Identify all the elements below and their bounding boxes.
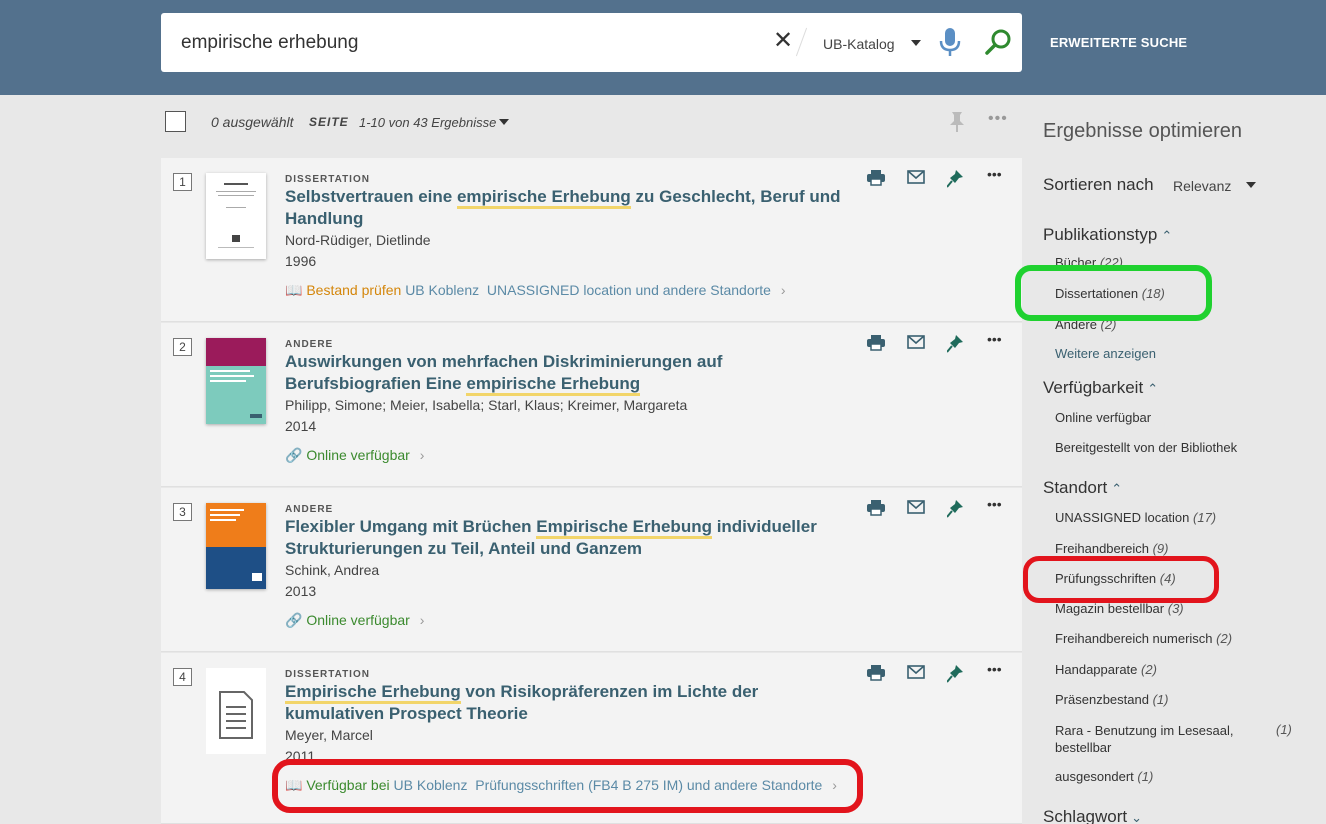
- result-author: Philipp, Simone; Meier, Isabella; Starl,…: [285, 397, 688, 413]
- result-title[interactable]: Flexibler Umgang mit Brüchen Empirische …: [285, 516, 845, 560]
- facet-heading-publikationstyp[interactable]: Publikationstyp ⌃: [1043, 225, 1172, 245]
- facet-item[interactable]: Bereitgestellt von der Bibliothek: [1055, 440, 1237, 455]
- page-label: SEITE: [309, 115, 349, 129]
- print-icon[interactable]: [867, 170, 885, 186]
- facet-item[interactable]: Magazin bestellbar (3): [1055, 601, 1184, 616]
- search-scope-select[interactable]: UB-Katalog: [823, 36, 895, 52]
- book-cover-thumbnail[interactable]: [206, 173, 266, 259]
- pin-icon[interactable]: [947, 500, 963, 518]
- email-icon[interactable]: [907, 335, 925, 349]
- annotation-highlight-red: [1023, 556, 1219, 603]
- result-author: Nord-Rüdiger, Dietlinde: [285, 232, 431, 248]
- result-number: 2: [173, 338, 192, 356]
- book-cover-thumbnail[interactable]: [206, 338, 266, 424]
- result-number: 4: [173, 668, 192, 686]
- search-icon[interactable]: [985, 28, 1013, 56]
- facet-item[interactable]: Präsenzbestand (1): [1055, 692, 1168, 707]
- chevron-up-icon: ⌃: [1111, 481, 1123, 496]
- sort-dropdown-icon[interactable]: [1246, 182, 1256, 188]
- result-item[interactable]: 2 ANDERE Auswirkungen von mehrfachen Dis…: [161, 323, 1022, 487]
- sidebar-title: Ergebnisse optimieren: [1043, 120, 1242, 142]
- result-range[interactable]: 1-10 von 43 Ergebnisse: [359, 115, 496, 130]
- result-type: ANDERE: [285, 504, 334, 515]
- result-title[interactable]: Selbstvertrauen eine empirische Erhebung…: [285, 186, 845, 230]
- facet-item[interactable]: UNASSIGNED location (17): [1055, 510, 1216, 525]
- document-placeholder-icon[interactable]: [206, 668, 266, 754]
- result-type: DISSERTATION: [285, 669, 370, 680]
- sort-select[interactable]: Relevanz: [1173, 178, 1231, 194]
- result-year: 2013: [285, 583, 317, 599]
- link-icon: 🔗: [285, 612, 303, 628]
- facet-item[interactable]: ausgesondert (1): [1055, 769, 1153, 784]
- result-number: 1: [173, 173, 192, 191]
- facet-item[interactable]: Rara - Benutzung im Lesesaal, bestellbar: [1055, 722, 1233, 756]
- result-author: Meyer, Marcel: [285, 727, 373, 743]
- show-more-link[interactable]: Weitere anzeigen: [1055, 346, 1156, 361]
- email-icon[interactable]: [907, 665, 925, 679]
- email-icon[interactable]: [907, 170, 925, 184]
- advanced-search-link[interactable]: ERWEITERTE SUCHE: [1050, 35, 1187, 50]
- chevron-right-icon: ›: [419, 612, 425, 628]
- facet-heading-standort[interactable]: Standort ⌃: [1043, 478, 1122, 498]
- availability-link[interactable]: 🔗 Online verfügbar ›: [285, 447, 424, 464]
- facet-item[interactable]: Freihandbereich (9): [1055, 541, 1168, 556]
- result-item[interactable]: 1 DISSERTATION Selbstvertrauen eine empi…: [161, 158, 1022, 322]
- more-options-icon[interactable]: •••: [987, 166, 1002, 182]
- availability-link[interactable]: 📖 Bestand prüfen UB Koblenz UNASSIGNED l…: [285, 282, 786, 299]
- facet-item[interactable]: Online verfügbar: [1055, 410, 1151, 425]
- availability-link[interactable]: 🔗 Online verfügbar ›: [285, 612, 424, 629]
- book-cover-thumbnail[interactable]: [206, 503, 266, 589]
- email-icon[interactable]: [907, 500, 925, 514]
- pin-icon[interactable]: [947, 335, 963, 353]
- select-all-checkbox[interactable]: [165, 111, 186, 132]
- search-input[interactable]: empirische erhebung: [181, 32, 358, 54]
- result-item[interactable]: 3 ANDERE Flexibler Umgang mit Brüchen Em…: [161, 488, 1022, 652]
- selected-count: 0 ausgewählt: [211, 114, 294, 130]
- more-options-icon[interactable]: •••: [987, 496, 1002, 512]
- result-title[interactable]: Empirische Erhebung von Risikopräferenze…: [285, 681, 845, 725]
- divider: [795, 27, 808, 57]
- facet-heading-schlagwort[interactable]: Schlagwort ⌄: [1043, 807, 1142, 824]
- pin-icon[interactable]: [947, 665, 963, 683]
- chevron-right-icon: ›: [780, 282, 786, 298]
- chevron-down-icon: ⌄: [1131, 810, 1143, 824]
- result-year: 2014: [285, 418, 317, 434]
- print-icon[interactable]: [867, 665, 885, 681]
- result-year: 1996: [285, 253, 317, 269]
- annotation-highlight-green: [1015, 265, 1212, 321]
- print-icon[interactable]: [867, 500, 885, 516]
- facet-count: (1): [1276, 722, 1292, 737]
- clear-search-icon[interactable]: ✕: [773, 29, 793, 53]
- result-type: DISSERTATION: [285, 174, 370, 185]
- print-icon[interactable]: [867, 335, 885, 351]
- more-options-icon[interactable]: •••: [988, 110, 1008, 128]
- link-icon: 🔗: [285, 447, 303, 463]
- result-number: 3: [173, 503, 192, 521]
- facet-item[interactable]: Freihandbereich numerisch (2): [1055, 631, 1232, 646]
- result-type: ANDERE: [285, 339, 334, 350]
- more-options-icon[interactable]: •••: [987, 331, 1002, 347]
- result-title[interactable]: Auswirkungen von mehrfachen Diskriminier…: [285, 351, 845, 396]
- pin-icon[interactable]: [947, 170, 963, 188]
- annotation-highlight-red: [272, 759, 863, 813]
- more-options-icon[interactable]: •••: [987, 661, 1002, 677]
- search-box: empirische erhebung ✕ UB-Katalog: [161, 13, 1022, 72]
- range-dropdown-icon[interactable]: [499, 119, 509, 125]
- book-location-icon: 📖: [285, 282, 303, 298]
- result-author: Schink, Andrea: [285, 562, 380, 578]
- scope-dropdown-icon[interactable]: [911, 40, 921, 46]
- facet-heading-verfuegbarkeit[interactable]: Verfügbarkeit ⌃: [1043, 378, 1158, 398]
- pin-icon[interactable]: [948, 111, 966, 133]
- chevron-up-icon: ⌃: [1161, 228, 1173, 243]
- chevron-right-icon: ›: [419, 447, 425, 463]
- chevron-up-icon: ⌃: [1147, 381, 1159, 396]
- facet-item[interactable]: Handapparate (2): [1055, 662, 1157, 677]
- header-bar: empirische erhebung ✕ UB-Katalog ERWEITE…: [0, 0, 1326, 95]
- sort-label: Sortieren nach: [1043, 175, 1154, 194]
- microphone-icon[interactable]: [939, 27, 961, 57]
